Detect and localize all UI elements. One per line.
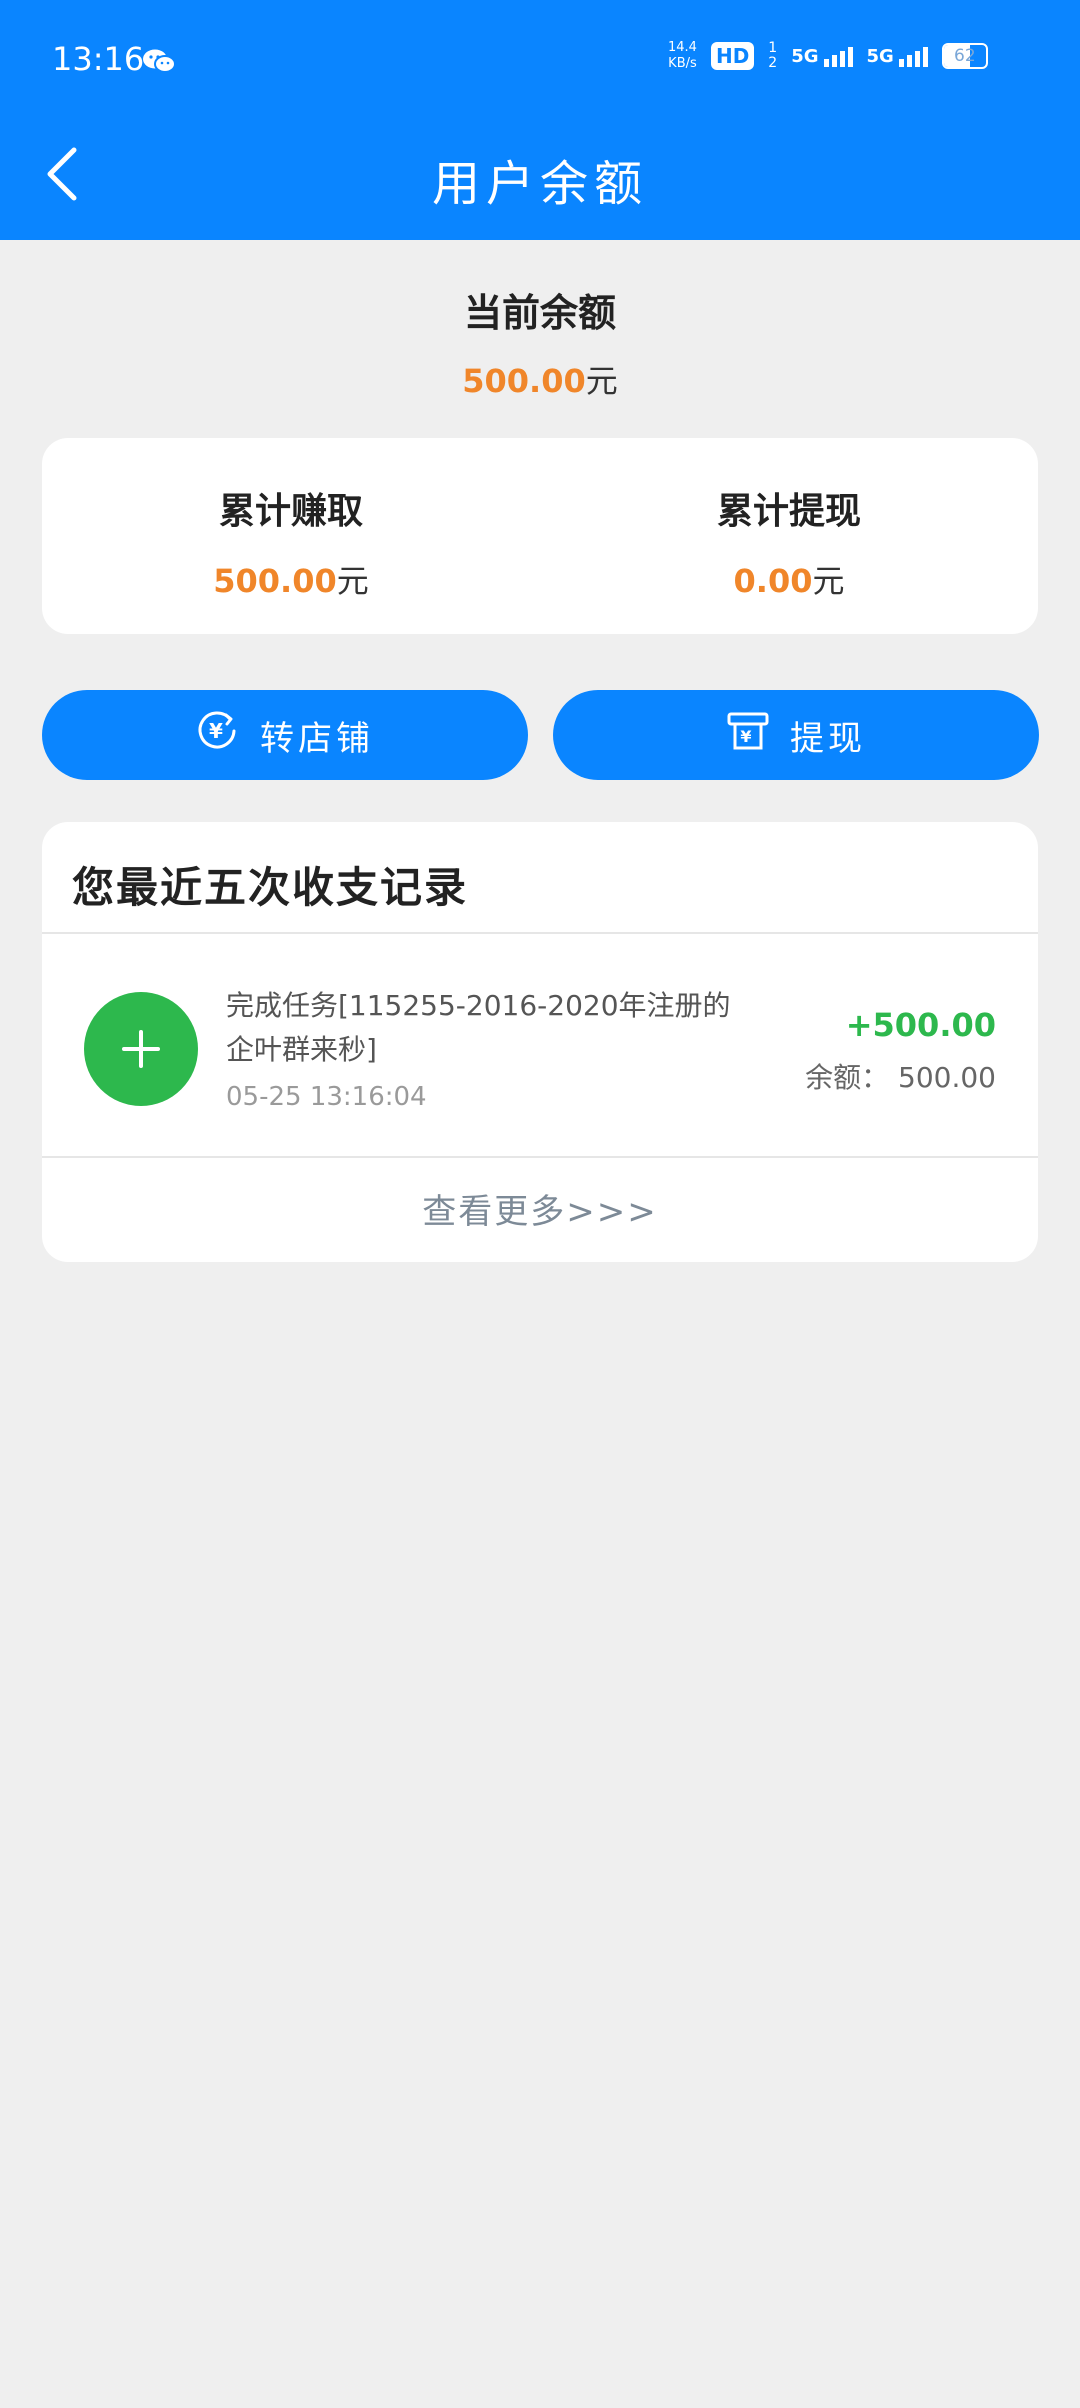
total-earned-value: 500.00	[213, 562, 337, 600]
app-header: 13:16 14.4 KB/s HD 1 2 5G 5G 62 用户余额	[0, 0, 1080, 240]
signal-5g-sim2-icon: 5G	[867, 46, 928, 67]
record-amount: +500.00	[845, 1006, 996, 1044]
network-speed: 14.4 KB/s	[668, 40, 697, 71]
transfer-label: 转店铺	[260, 718, 374, 759]
total-withdrawn-value: 0.00	[733, 562, 813, 600]
total-earned: 累计赚取 500.00元	[42, 482, 540, 602]
record-balance: 余额： 500.00	[805, 1061, 996, 1094]
current-balance-amount: 500.00元	[0, 356, 1080, 402]
balance-unit: 元	[585, 362, 618, 400]
records-card: 您最近五次收支记录 完成任务[115255-2016-2020年注册的企叶群来秒…	[42, 822, 1038, 1262]
stats-card: 累计赚取 500.00元 累计提现 0.00元	[42, 438, 1038, 634]
yen-transfer-icon: ¥	[196, 709, 240, 762]
status-time: 13:16	[52, 40, 145, 78]
list-item[interactable]: 完成任务[115255-2016-2020年注册的企叶群来秒] 05-25 13…	[42, 934, 1038, 1156]
divider	[42, 1156, 1038, 1158]
records-title: 您最近五次收支记录	[72, 863, 469, 912]
status-indicators: 14.4 KB/s HD 1 2 5G 5G 62	[668, 40, 988, 72]
page-title: 用户余额	[431, 156, 648, 212]
record-description: 完成任务[115255-2016-2020年注册的企叶群来秒]	[226, 989, 731, 1066]
withdraw-label: 提现	[790, 718, 866, 759]
wechat-notification-icon	[142, 48, 176, 78]
view-more-link[interactable]: 查看更多>>>	[42, 1184, 1038, 1233]
signal-5g-sim1-icon: 5G	[791, 46, 853, 67]
sim-indicator: 1 2	[768, 40, 778, 71]
total-withdrawn: 累计提现 0.00元	[540, 482, 1038, 602]
battery-icon: 62	[941, 43, 988, 69]
total-earned-label: 累计赚取	[218, 491, 363, 532]
svg-text:¥: ¥	[740, 727, 755, 746]
income-plus-icon	[84, 992, 198, 1106]
balance-value: 500.00	[462, 362, 586, 400]
total-withdrawn-label: 累计提现	[716, 491, 861, 532]
atm-withdraw-icon: ¥	[726, 709, 770, 762]
current-balance-label: 当前余额	[463, 291, 616, 335]
withdraw-button[interactable]: ¥ 提现	[553, 690, 1039, 780]
transfer-to-store-button[interactable]: ¥ 转店铺	[42, 690, 528, 780]
record-time: 05-25 13:16:04	[226, 1082, 427, 1112]
svg-text:¥: ¥	[209, 719, 227, 743]
hd-voice-icon: HD	[710, 42, 755, 70]
